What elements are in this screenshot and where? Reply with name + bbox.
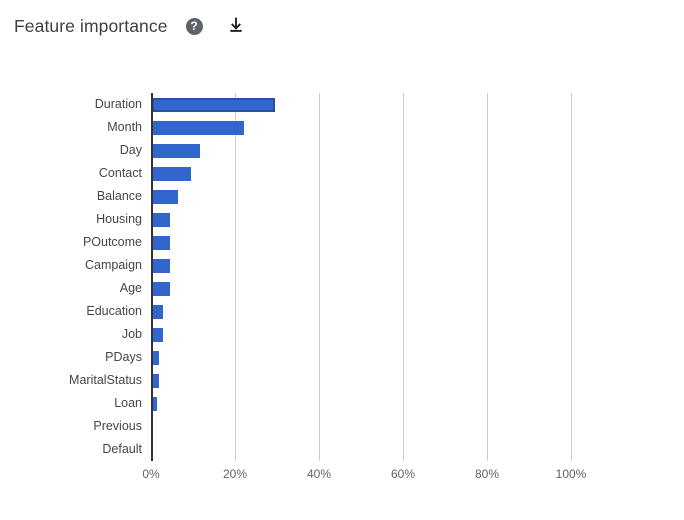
bar-housing[interactable] [152, 212, 171, 227]
bar-day[interactable] [152, 143, 200, 158]
bar-row[interactable]: Day [120, 139, 571, 162]
bar-poutcome[interactable] [152, 235, 171, 250]
bar-row[interactable]: Previous [93, 415, 571, 438]
bar-maritalstatus[interactable] [152, 373, 160, 388]
bar-row[interactable]: Campaign [85, 254, 571, 277]
bar-education[interactable] [152, 304, 163, 319]
y-axis-label: Age [119, 281, 142, 295]
y-axis-label: Contact [98, 166, 142, 180]
bar-row[interactable]: Month [107, 116, 571, 139]
x-axis-tick: 20% [222, 467, 248, 481]
bar-age[interactable] [152, 281, 171, 296]
bar-loan[interactable] [152, 396, 158, 411]
bar-row[interactable]: MaritalStatus [69, 369, 571, 392]
bar-row[interactable]: Education [86, 300, 571, 323]
feature-importance-chart: Duration Month Day Contact Balance Housing POu… [0, 52, 684, 520]
y-axis-label: Job [121, 327, 142, 341]
y-axis-label: Day [119, 143, 142, 157]
bar-row[interactable]: Housing [96, 208, 571, 231]
y-axis-label: Month [107, 120, 142, 134]
y-axis-label: PDays [105, 350, 142, 364]
y-axis-label: Previous [93, 419, 142, 433]
x-axis-tick: 0% [142, 467, 160, 481]
y-axis-label: Education [86, 304, 142, 318]
y-axis-label: POutcome [82, 235, 142, 249]
help-icon[interactable]: ? [185, 17, 203, 35]
bar-month[interactable] [152, 120, 244, 135]
bar-row[interactable]: Age [120, 277, 571, 300]
bar-row[interactable]: Balance [97, 185, 571, 208]
y-axis-line [151, 93, 153, 461]
bar-duration[interactable] [152, 97, 276, 112]
y-axis-label: Loan [114, 396, 142, 410]
y-axis-label: Balance [96, 189, 142, 203]
bar-row[interactable]: Contact [99, 162, 571, 185]
chart-header: Feature importance ? [0, 0, 684, 52]
bar-row[interactable]: Loan [114, 392, 571, 415]
x-axis-tick: 100% [555, 467, 587, 481]
bar-campaign[interactable] [152, 258, 171, 273]
x-axis-tick: 60% [390, 467, 416, 481]
bar-pdays[interactable] [152, 350, 160, 365]
y-axis-label: Default [102, 442, 142, 456]
bar-row[interactable]: Job [122, 323, 571, 346]
bar-balance[interactable] [152, 189, 178, 204]
y-axis-label: MaritalStatus [69, 373, 142, 387]
download-icon[interactable] [227, 17, 245, 35]
gridline [571, 93, 572, 461]
y-axis-label: Duration [94, 97, 142, 111]
x-axis: 0% 20% 40% 60% 80% 100% [142, 461, 586, 491]
x-axis-tick: 40% [306, 467, 332, 481]
y-axis-label: Housing [96, 212, 142, 226]
plot-area: Duration Month Day Contact Balance Housing POu… [69, 93, 572, 461]
x-axis-tick: 80% [474, 467, 500, 481]
y-axis-label: Campaign [85, 258, 142, 272]
bar-contact[interactable] [152, 166, 192, 181]
bar-row[interactable]: PDays [105, 346, 571, 369]
page-title: Feature importance [14, 15, 168, 36]
bar-row[interactable]: Duration [95, 93, 571, 116]
bar-job[interactable] [152, 327, 163, 342]
bar-row[interactable]: POutcome [83, 231, 571, 254]
bar-row[interactable]: Default [102, 438, 571, 461]
